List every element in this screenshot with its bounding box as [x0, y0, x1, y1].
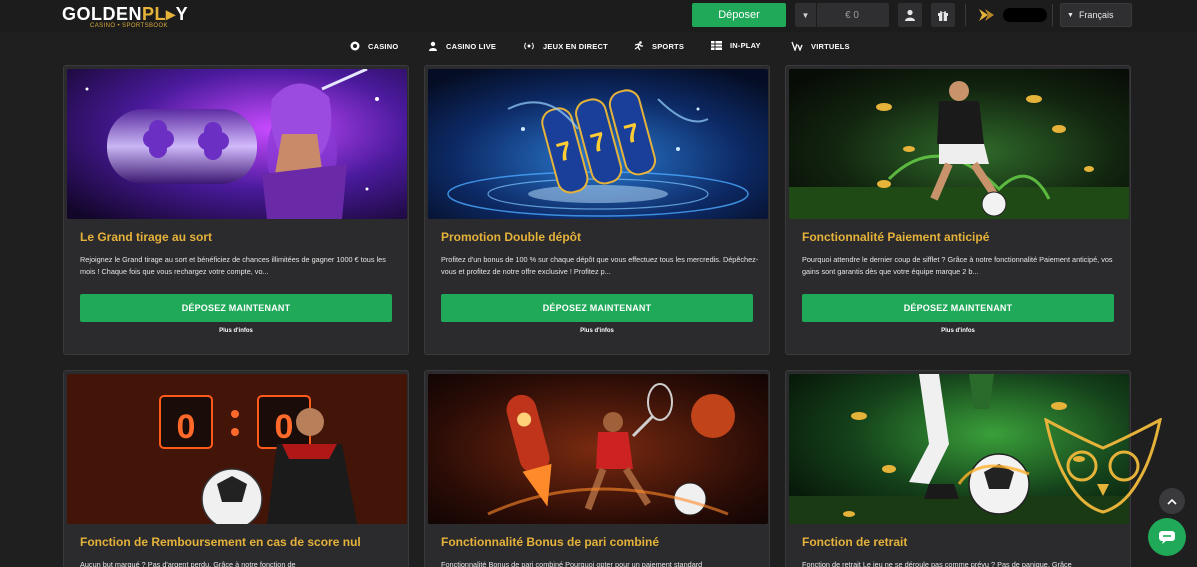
deposit-now-button[interactable]: DÉPOSEZ MAINTENANT — [441, 294, 753, 322]
nav-item-in-play[interactable]: IN-PLAY — [711, 41, 761, 50]
logo-text-end: Y — [175, 4, 189, 24]
promo-image-777-reels: 7 7 7 — [428, 69, 768, 219]
promo-card: Le Grand tirage au sort Rejoignez le Gra… — [63, 65, 409, 355]
broadcast-icon — [524, 42, 534, 50]
card-title: Fonctionnalité Bonus de pari combiné — [441, 535, 660, 549]
grid-icon — [711, 41, 722, 50]
more-info-link[interactable]: Plus d'infos — [802, 328, 1114, 334]
nav-item-casino[interactable]: CASINO — [350, 41, 398, 51]
nav-label: CASINO — [368, 41, 399, 51]
more-info-link[interactable]: Plus d'infos — [80, 328, 392, 334]
nav-label: IN-PLAY — [730, 41, 761, 50]
card-title: Fonction de retrait — [802, 535, 908, 549]
logo-play-triangle: ▸ — [166, 4, 176, 24]
language-selector[interactable]: ▼ Français — [1060, 3, 1132, 27]
nav-label: SPORTS — [652, 41, 685, 51]
card-description: Fonction de retrait Le jeu ne se déroule… — [802, 560, 1072, 567]
svg-text:0: 0 — [275, 408, 294, 446]
gift-button[interactable] — [931, 3, 955, 27]
chevron-up-icon — [1167, 498, 1177, 505]
owl-logo-watermark — [1044, 418, 1162, 514]
nav-item-sports[interactable]: SPORTS — [633, 41, 684, 51]
nav-label: CASINO LIVE — [446, 41, 497, 51]
nav-item-live-games[interactable]: JEUX EN DIRECT — [523, 41, 608, 51]
card-title: Le Grand tirage au sort — [80, 230, 213, 244]
logo-subtitle: CASINO • SPORTSBOOK — [90, 23, 168, 29]
promo-card: 7 7 7 Promotion Double dépôt Profitez d'… — [424, 65, 770, 355]
header-divider — [965, 4, 966, 26]
chevron-down-icon: ▼ — [795, 3, 817, 27]
live-chat-button[interactable] — [1148, 518, 1186, 556]
user-icon — [905, 9, 915, 21]
redacted-username — [1003, 8, 1047, 22]
nav-item-casino-live[interactable]: CASINO LIVE — [428, 41, 496, 51]
gift-icon — [938, 11, 948, 21]
dealer-icon — [429, 41, 437, 51]
card-title: Promotion Double dépôt — [441, 230, 581, 244]
svg-text:0: 0 — [177, 408, 196, 446]
language-label: Français — [1078, 10, 1114, 20]
logo-text-prefix: GOLDEN — [62, 4, 143, 24]
rewards-arrow-button[interactable] — [975, 5, 997, 25]
promo-image-multisport-rocket — [428, 374, 768, 524]
brand-logo[interactable]: GOLDENPL▸Y CASINO • SPORTSBOOK — [62, 5, 192, 31]
promo-card: 0 0 Fonction de Remboursement en cas de … — [63, 370, 409, 567]
virtual-icon — [791, 41, 803, 51]
top-header: GOLDENPL▸Y CASINO • SPORTSBOOK Déposer ▼… — [0, 0, 1197, 32]
card-title: Fonction de Remboursement en cas de scor… — [80, 535, 361, 549]
balance-selector[interactable]: ▼ € 0 — [795, 3, 889, 27]
promo-image-scoreboard: 0 0 — [67, 374, 407, 524]
scroll-to-top-button[interactable] — [1159, 488, 1185, 514]
chat-icon — [1159, 531, 1175, 544]
chevron-down-icon: ▼ — [1067, 11, 1074, 19]
card-title: Fonctionnalité Paiement anticipé — [802, 230, 990, 244]
nav-item-virtuals[interactable]: VIRTUELS — [791, 41, 850, 51]
card-description: Aucun but marqué ? Pas d'argent perdu. G… — [80, 560, 296, 567]
promo-card: Fonctionnalité Bonus de pari combiné Fon… — [424, 370, 770, 567]
balance-value: € 0 — [845, 9, 859, 21]
casino-chip-icon — [350, 41, 360, 51]
card-description: Pourquoi attendre le dernier coup de sif… — [802, 255, 1113, 276]
nav-label: JEUX EN DIRECT — [543, 41, 608, 51]
promo-image-slot-machine — [67, 69, 407, 219]
running-icon — [634, 41, 643, 51]
card-description: Fonctionnalité Bonus de pari combiné Pou… — [441, 560, 703, 567]
more-info-link[interactable]: Plus d'infos — [441, 328, 753, 334]
header-divider — [1052, 4, 1053, 26]
account-button[interactable] — [898, 3, 922, 27]
promo-image-football-player — [789, 69, 1129, 219]
promo-card: Fonctionnalité Paiement anticipé Pourquo… — [785, 65, 1131, 355]
deposit-button[interactable]: Déposer — [692, 3, 786, 27]
logo-text-suffix: PL — [142, 4, 167, 24]
gold-arrow-icon — [979, 9, 994, 21]
card-description: Profitez d'un bonus de 100 % sur chaque … — [441, 255, 759, 276]
deposit-now-button[interactable]: DÉPOSEZ MAINTENANT — [80, 294, 392, 322]
main-nav: CASINO CASINO LIVE JEUX EN DIRECT SPORTS… — [0, 38, 1197, 58]
deposit-now-button[interactable]: DÉPOSEZ MAINTENANT — [802, 294, 1114, 322]
card-description: Rejoignez le Grand tirage au sort et bén… — [80, 255, 386, 276]
nav-label: VIRTUELS — [811, 41, 850, 51]
